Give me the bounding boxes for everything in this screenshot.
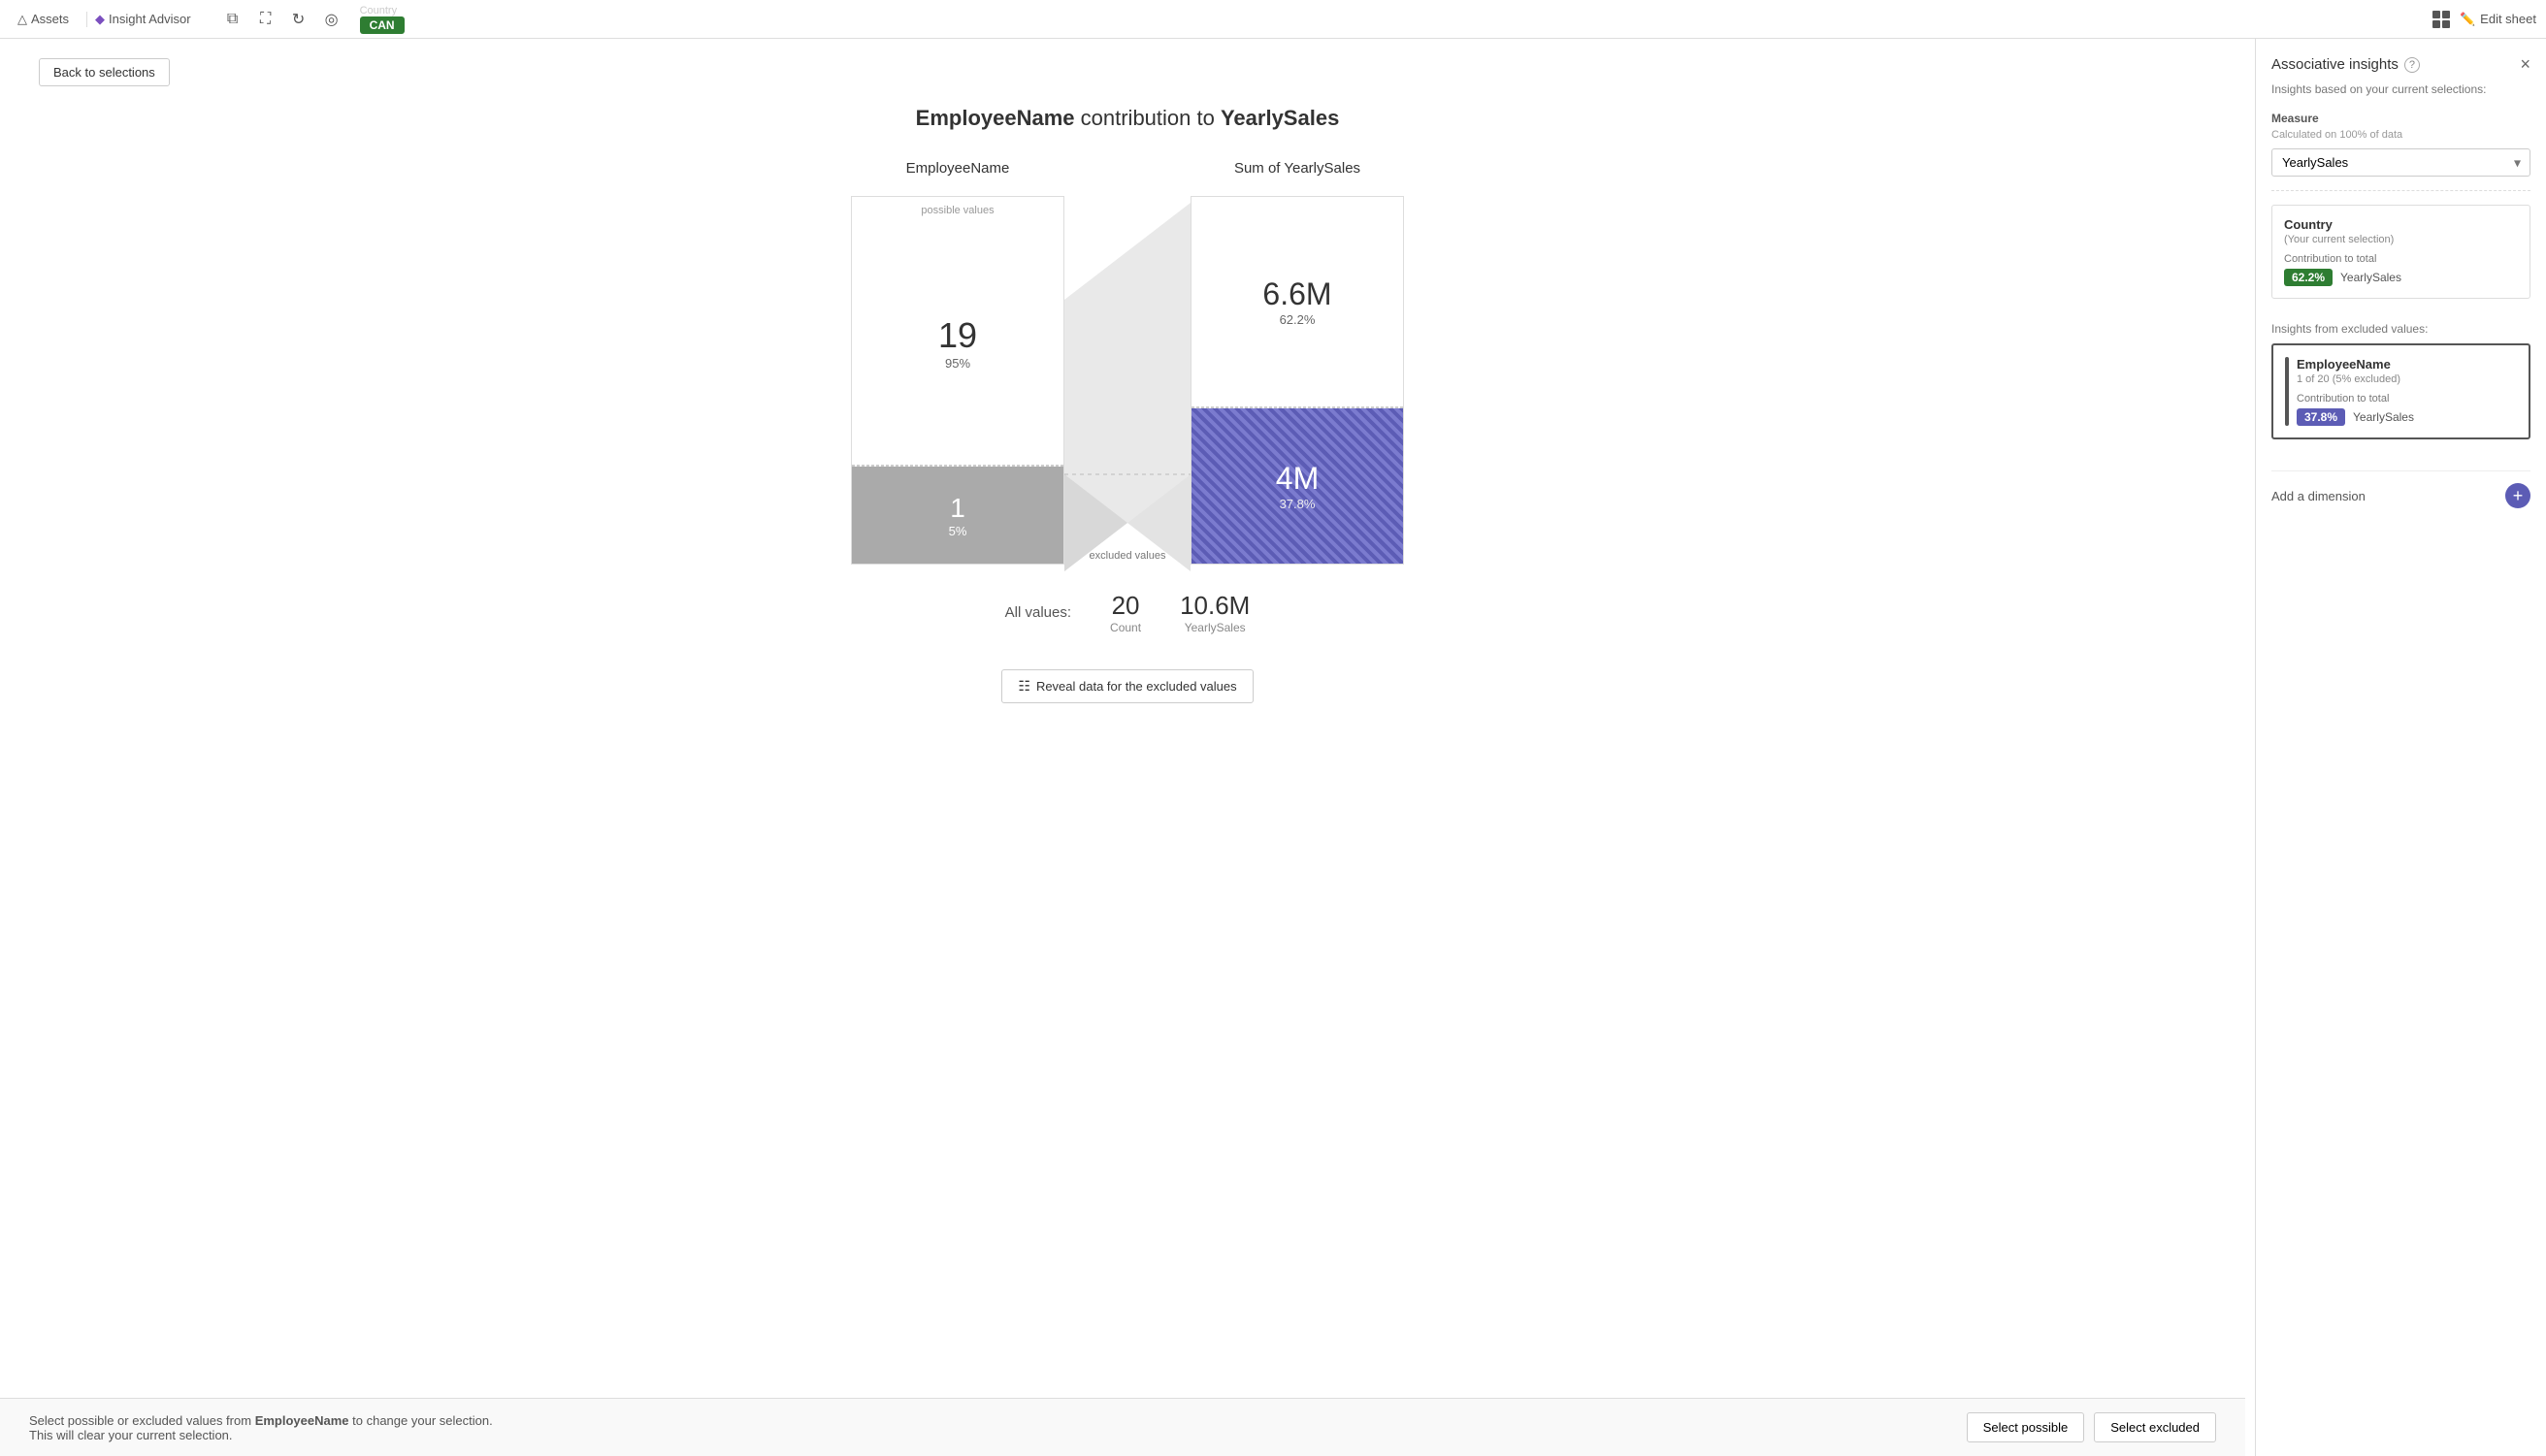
chart-title: EmployeeName contribution to YearlySales (39, 106, 2216, 131)
employee-card-title: EmployeeName (2297, 357, 2517, 372)
fullscreen-icon[interactable]: ⛶ (251, 5, 280, 34)
employee-card-content: EmployeeName 1 of 20 (5% excluded) Contr… (2297, 357, 2517, 426)
back-to-selections-button[interactable]: Back to selections (39, 58, 170, 86)
help-icon[interactable]: ? (2404, 57, 2420, 73)
sidebar-close-button[interactable]: × (2520, 54, 2530, 75)
pencil-icon: ✏️ (2460, 12, 2475, 27)
employee-name-chart: possible values 19 95% 1 5% (851, 196, 1064, 565)
add-dimension-row: Add a dimension + (2271, 470, 2530, 508)
right-sidebar: Associative insights ? × Insights based … (2255, 39, 2546, 1456)
measure-select[interactable]: YearlySales (2271, 148, 2530, 177)
grid-view-button[interactable] (2432, 11, 2450, 28)
excluded-values-mid-label: excluded values (1090, 550, 1166, 562)
bottom-employee-name: EmployeeName (255, 1413, 349, 1428)
all-count-label: Count (1110, 621, 1141, 634)
all-values-label: All values: (1005, 604, 1071, 621)
country-contrib-row: 62.2% YearlySales (2284, 269, 2518, 286)
reveal-excluded-button[interactable]: ☷ Reveal data for the excluded values (1001, 669, 1253, 703)
excluded-count: 1 (950, 493, 965, 524)
bottom-bar-text: Select possible or excluded values from … (29, 1413, 514, 1442)
measure-select-wrapper[interactable]: YearlySales (2271, 148, 2530, 177)
employee-badge: 37.8% (2297, 408, 2345, 426)
all-yearly-label: YearlySales (1180, 621, 1250, 634)
insight-label: Insight Advisor (109, 12, 191, 26)
reveal-button-container: ☷ Reveal data for the excluded values (39, 650, 2216, 723)
yearly-sales-chart: 6.6M 62.2% 4M 37.8% (1191, 196, 1404, 565)
select-possible-button[interactable]: Select possible (1967, 1412, 2084, 1442)
card-left-bar (2285, 357, 2289, 426)
add-dimension-button[interactable]: + (2505, 483, 2530, 508)
country-badge-name: YearlySales (2340, 271, 2401, 284)
measure-sub-label: Calculated on 100% of data (2271, 129, 2530, 141)
all-values-count: 20 Count (1110, 591, 1141, 634)
select-excluded-button[interactable]: Select excluded (2094, 1412, 2216, 1442)
toolbar-icons: ⧉ ⛶ ↻ ◎ (218, 5, 346, 34)
excluded-pct: 5% (949, 524, 967, 538)
rotate-icon[interactable]: ↻ (284, 5, 313, 34)
yearly-sales-bottom-pct: 37.8% (1280, 497, 1316, 511)
all-yearly-number: 10.6M (1180, 591, 1250, 621)
zoom-fit-icon[interactable]: ⧉ (218, 5, 247, 34)
yearly-sales-header: Sum of YearlySales (1234, 160, 1360, 177)
employee-card-sub: 1 of 20 (5% excluded) (2297, 373, 2517, 385)
country-card-title: Country (2284, 217, 2518, 232)
insight-advisor-tab[interactable]: ◆ Insight Advisor (86, 12, 199, 27)
sidebar-separator1 (2271, 190, 2530, 191)
insight-icon: ◆ (95, 12, 105, 27)
assets-icon: △ (17, 12, 27, 27)
topbar-right: ✏️ Edit sheet (2432, 11, 2536, 28)
measure-label: Measure (2271, 112, 2530, 125)
sidebar-subtitle: Insights based on your current selection… (2271, 82, 2530, 96)
main-layout: Back to selections EmployeeName contribu… (0, 39, 2546, 1456)
chart-title-part1: EmployeeName (916, 106, 1075, 130)
country-card-sub: (Your current selection) (2284, 234, 2518, 245)
content-area: Back to selections EmployeeName contribu… (0, 39, 2255, 1456)
sidebar-title-group: Associative insights ? (2271, 56, 2420, 73)
yearly-sales-top-value: 6.6M (1262, 276, 1331, 312)
country-contrib-label: Contribution to total (2284, 253, 2518, 265)
employee-insight-card[interactable]: EmployeeName 1 of 20 (5% excluded) Contr… (2271, 343, 2530, 439)
country-insight-card: Country (Your current selection) Contrib… (2271, 205, 2530, 299)
all-count-number: 20 (1110, 591, 1141, 621)
yearly-sales-possible-section: 6.6M 62.2% (1191, 197, 1403, 407)
all-values-yearly: 10.6M YearlySales (1180, 591, 1250, 634)
bottom-text-part1: Select possible or excluded values from (29, 1413, 251, 1428)
grid-icon (2432, 11, 2450, 28)
country-filter-pill[interactable]: Country CAN (360, 5, 405, 34)
possible-pct: 95% (945, 356, 970, 371)
triangle-area: excluded values (1064, 203, 1191, 571)
employee-name-column: EmployeeName possible values 19 95% 1 5% (851, 160, 1064, 565)
chart-title-part2: YearlySales (1221, 106, 1339, 130)
employee-contrib-row: 37.8% YearlySales (2297, 408, 2517, 426)
country-badge: 62.2% (2284, 269, 2333, 286)
add-dimension-label: Add a dimension (2271, 489, 2366, 503)
possible-values-label: possible values (921, 205, 994, 216)
employee-name-header: EmployeeName (906, 160, 1010, 177)
all-values-row: All values: 20 Count 10.6M YearlySales (39, 591, 2216, 634)
sidebar-title: Associative insights (2271, 56, 2399, 73)
yearly-sales-excluded-section: 4M 37.8% (1191, 408, 1403, 564)
yearly-sales-column: Sum of YearlySales 6.6M 62.2% 4M 37.8% (1191, 160, 1404, 565)
excl-insights-label: Insights from excluded values: (2271, 322, 2530, 336)
bottom-selection-bar: Select possible or excluded values from … (0, 1398, 2245, 1456)
assets-label: Assets (31, 12, 69, 26)
possible-values-section: possible values 19 95% (852, 197, 1063, 466)
sidebar-header: Associative insights ? × (2271, 54, 2530, 75)
target-icon[interactable]: ◎ (317, 5, 346, 34)
excluded-values-section: 1 5% (852, 467, 1063, 564)
employee-badge-name: YearlySales (2353, 410, 2414, 424)
yearly-sales-bottom-value: 4M (1276, 461, 1319, 497)
table-icon: ☷ (1018, 678, 1030, 695)
chart-title-connector: contribution to (1075, 106, 1221, 130)
employee-contrib-label: Contribution to total (2297, 393, 2517, 404)
possible-count: 19 (938, 315, 977, 356)
reveal-button-label: Reveal data for the excluded values (1036, 679, 1237, 694)
middle-connector: excluded values (1064, 160, 1191, 571)
topbar: △ Assets ◆ Insight Advisor ⧉ ⛶ ↻ ◎ Count… (0, 0, 2546, 39)
triangle-svg (1064, 203, 1191, 571)
yearly-sales-top-pct: 62.2% (1280, 312, 1316, 327)
edit-sheet-button[interactable]: ✏️ Edit sheet (2460, 12, 2536, 27)
assets-tab[interactable]: △ Assets (10, 12, 77, 27)
bottom-action-buttons: Select possible Select excluded (1967, 1412, 2216, 1442)
